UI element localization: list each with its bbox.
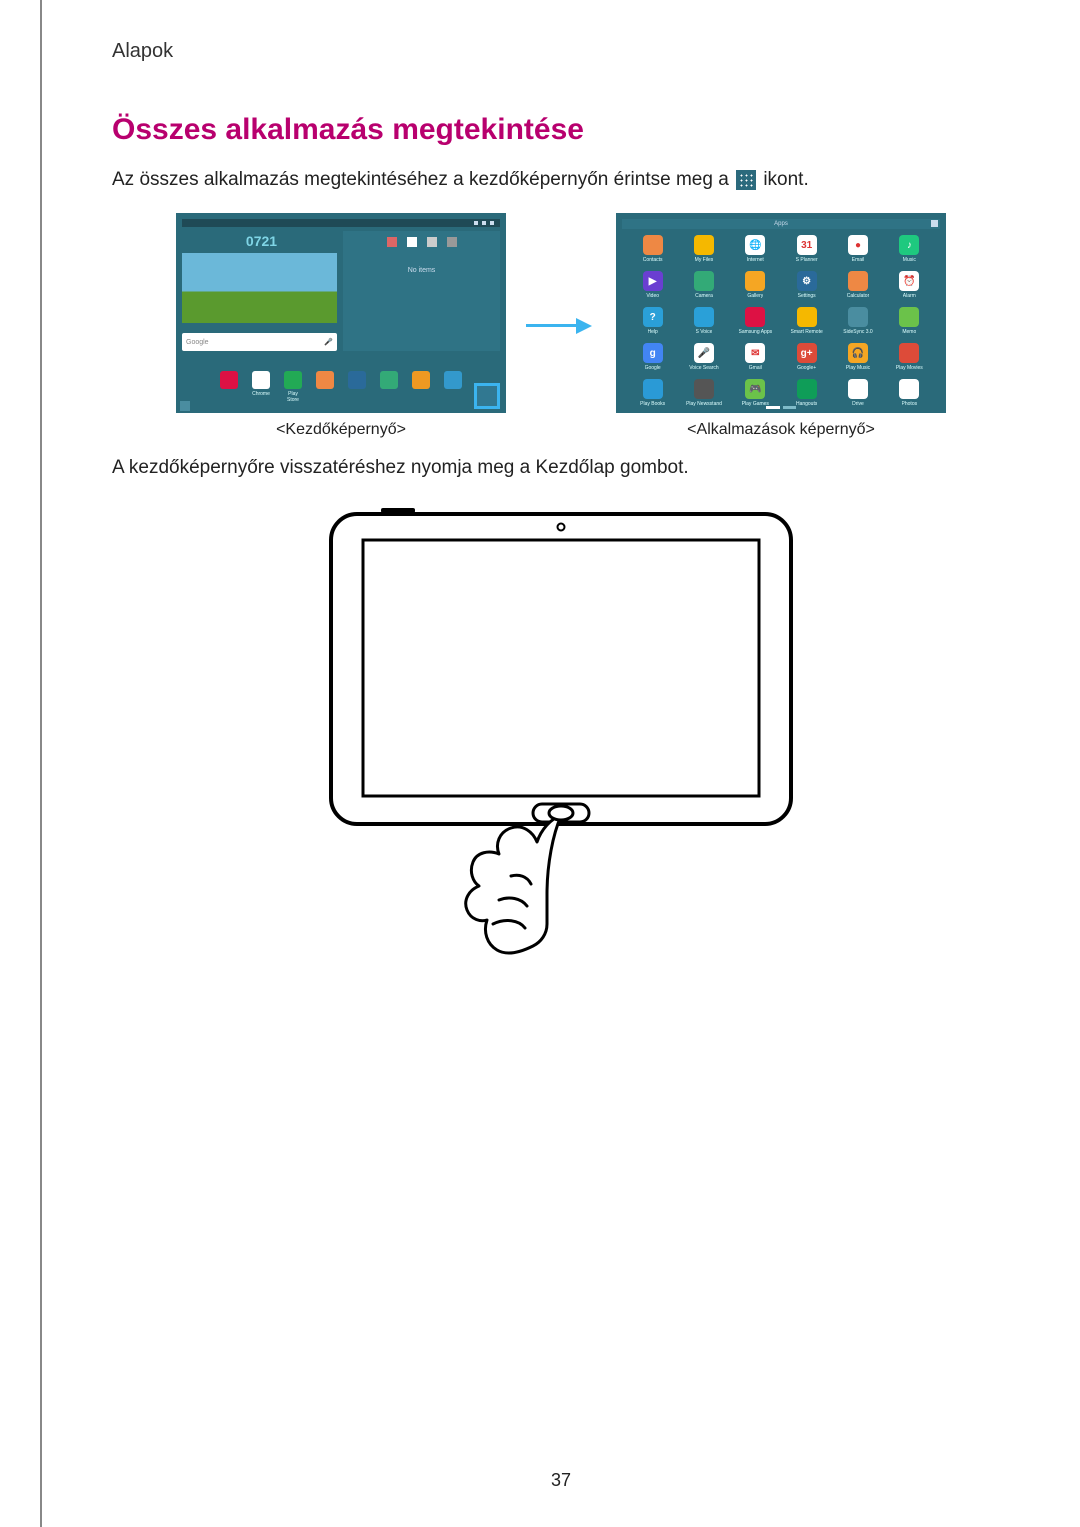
app-icon: S Voice [683,307,724,337]
dock-app [443,371,463,403]
app-icon: ▶Video [632,271,673,301]
app-icon: ⏰Alarm [889,271,930,301]
status-bar [182,219,500,227]
app-icon: Samsung Apps [735,307,776,337]
screens-row: 0721 Google 🎤 No items Chrome Play Store [112,213,1010,439]
app-icon: Memo [889,307,930,337]
app-icon: 🌐Internet [735,235,776,265]
app-icon: Camera [683,271,724,301]
nav-indicator [180,401,190,411]
section-heading: Összes alkalmazás megtekintése [112,113,1010,147]
app-icon: Photos [889,379,930,409]
app-icon: Play Newsstand [683,379,724,409]
app-icon: gGoogle [632,343,673,373]
search-bar: Google 🎤 [182,333,337,351]
app-icon: 🎮Play Games [735,379,776,409]
dock-app: Play Store [283,371,303,403]
dock-app [315,371,335,403]
apps-grid: Contacts My Files 🌐Internet 31S Planner ●Ema… [622,229,940,415]
app-icon: ♪Music [889,235,930,265]
app-icon: ✉Gmail [735,343,776,373]
app-icon: ●Email [837,235,878,265]
app-icon: 🎧Play Music [837,343,878,373]
intro-text-after: ikont. [763,169,808,190]
page-indicator [766,406,796,409]
apps-screen-thumbnail: Apps Contacts My Files 🌐Internet 31S Planne… [616,213,946,413]
app-icon: Hangouts [786,379,827,409]
app-icon: ⚙Settings [786,271,827,301]
menu-icon [931,220,938,227]
app-icon: SideSync 3.0 [837,307,878,337]
dock-app [347,371,367,403]
app-icon: Smart Remote [786,307,827,337]
page-number: 37 [551,1470,571,1491]
home-dock: Chrome Play Store [176,371,506,403]
photo-widget [182,253,337,323]
app-icon: Drive [837,379,878,409]
tablet-home-button-diagram [311,504,811,1004]
return-text: A kezdőképernyőre visszatéréshez nyomja … [112,453,1010,483]
home-screen-caption: <Kezdőképernyő> [176,421,506,439]
app-icon: Calculator [837,271,878,301]
app-icon: ?Help [632,307,673,337]
apps-screen-title: Apps [622,219,940,229]
dock-app: Chrome [251,371,271,403]
app-icon: 🎤Voice Search [683,343,724,373]
app-icon: 31S Planner [786,235,827,265]
app-icon: Gallery [735,271,776,301]
apps-screen-caption: <Alkalmazások képernyő> [616,421,946,439]
breadcrumb: Alapok [112,40,1010,63]
app-icon: My Files [683,235,724,265]
side-widget-text: No items [408,267,436,274]
home-screen-thumbnail: 0721 Google 🎤 No items Chrome Play Store [176,213,506,413]
clock-widget: 0721 [186,233,337,249]
search-provider-label: Google [186,339,209,346]
dock-app [219,371,239,403]
arrow-icon [526,316,596,336]
apps-grid-icon [736,170,756,190]
dock-app [379,371,399,403]
dock-app [411,371,431,403]
apps-button-highlight [474,383,500,409]
intro-paragraph: Az összes alkalmazás megtekintéséhez a k… [112,165,1010,195]
app-icon: Contacts [632,235,673,265]
app-icon: g+Google+ [786,343,827,373]
side-widget: No items [343,231,500,351]
intro-text-before: Az összes alkalmazás megtekintéséhez a k… [112,169,734,190]
app-icon: Play Books [632,379,673,409]
app-icon: Play Movies [889,343,930,373]
mic-icon: 🎤 [324,338,333,346]
